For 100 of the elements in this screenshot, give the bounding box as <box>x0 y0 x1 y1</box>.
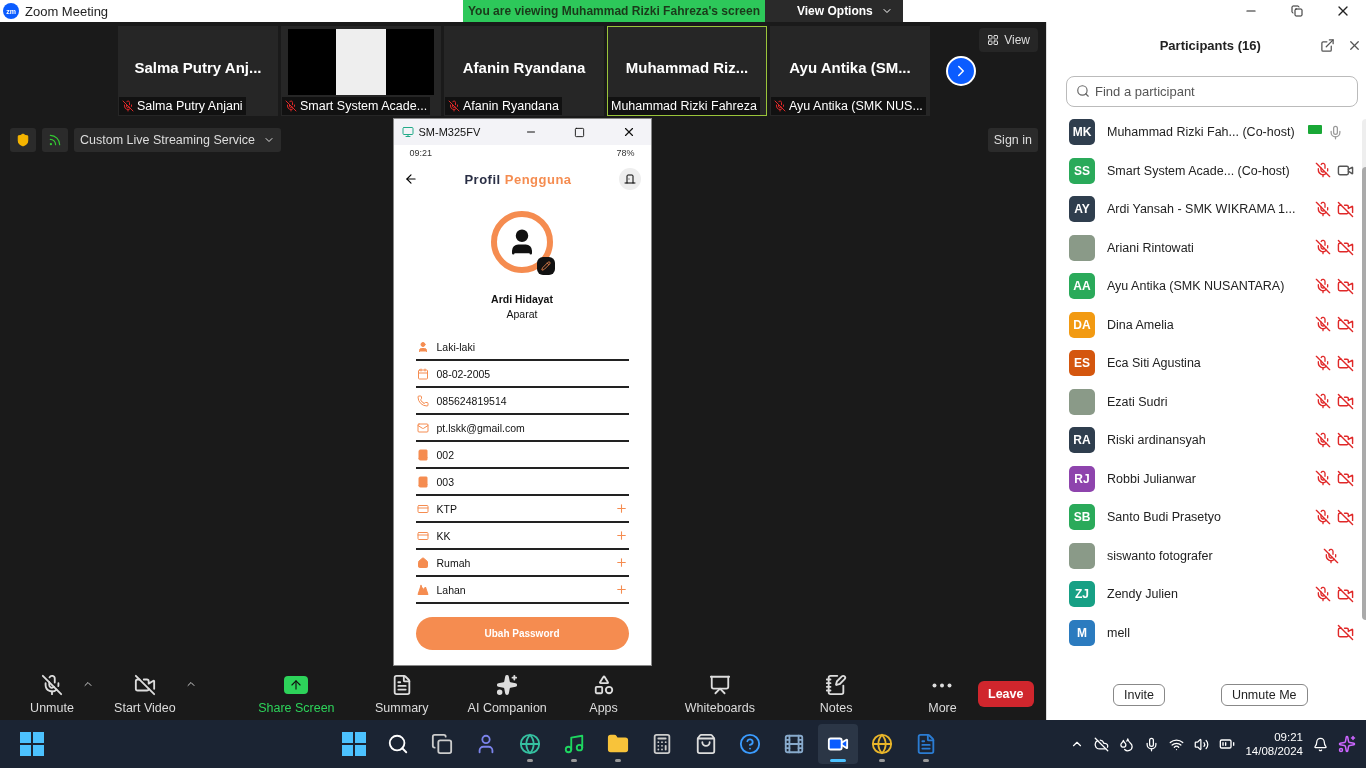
help-icon[interactable] <box>739 733 761 755</box>
participant-name[interactable]: Eca Siti Agustina <box>1107 356 1296 371</box>
video-tile[interactable]: Smart System Acade... <box>281 26 441 116</box>
profile-field[interactable]: 002 <box>415 442 629 469</box>
participant-name[interactable]: Ariani Rintowati <box>1107 240 1296 255</box>
profile-field[interactable]: 085624819514 <box>415 388 629 415</box>
toolbar-button[interactable]: Apps <box>568 673 639 715</box>
document-icon[interactable] <box>915 733 937 755</box>
restore-icon <box>1291 5 1303 17</box>
back-icon[interactable] <box>403 172 418 186</box>
streaming-dropdown[interactable]: Custom Live Streaming Service <box>74 128 282 152</box>
toolbar-button[interactable]: Start Video <box>104 673 185 715</box>
participant-name[interactable]: Muhammad Rizki Fah... (Co-host) <box>1107 125 1296 140</box>
video-tile[interactable]: Afanin Ryandana Afanin Ryandana <box>444 26 604 116</box>
field-value: pt.lskk@gmail.com <box>436 421 526 434</box>
participant-name[interactable]: siswanto fotografer <box>1107 548 1296 563</box>
participant-row[interactable]: AY Ardi Yansah - SMK WIKRAMA 1... <box>1047 190 1362 229</box>
clock[interactable]: 09:21 14/08/2024 <box>1245 731 1303 757</box>
profile-field[interactable]: pt.lskk@gmail.com <box>415 415 629 442</box>
participant-name[interactable]: Robbi Julianwar <box>1107 471 1296 486</box>
field-value: Laki-laki <box>436 340 476 353</box>
avatar: MK <box>1069 119 1095 146</box>
profile-field[interactable]: 003 <box>415 469 629 496</box>
shield-button[interactable] <box>10 128 36 152</box>
next-button[interactable] <box>946 56 976 86</box>
store-icon[interactable] <box>695 733 717 755</box>
shield-icon <box>16 133 30 147</box>
participant-row[interactable]: siswanto fotografer <box>1047 536 1362 575</box>
participant-row[interactable]: RJ Robbi Julianwar <box>1047 459 1362 498</box>
participant-name[interactable]: Ardi Yansah - SMK WIKRAMA 1... <box>1107 202 1296 217</box>
participant-row[interactable]: SS Smart System Acade... (Co-host) <box>1047 151 1362 190</box>
field-value: 003 <box>436 475 456 488</box>
participant-row[interactable]: ES Eca Siti Agustina <box>1047 344 1362 383</box>
folder-icon[interactable] <box>607 733 629 755</box>
participant-name[interactable]: Santo Budi Prasetyo <box>1107 510 1296 525</box>
profile-field[interactable]: KTP <box>415 496 629 523</box>
search-field[interactable]: Find a participant <box>1066 76 1358 107</box>
video-tile[interactable]: Ayu Antika (SM... Ayu Antika (SMK NUS... <box>770 26 930 116</box>
participant-row[interactable]: DA Dina Amelia <box>1047 305 1362 344</box>
toolbar-button[interactable]: Unmute <box>22 673 82 715</box>
film-icon[interactable] <box>783 733 805 755</box>
globe-icon[interactable] <box>871 733 893 755</box>
cloud-off-icon[interactable] <box>1094 736 1110 752</box>
widgets-icon[interactable] <box>20 732 44 756</box>
bell-icon[interactable] <box>1313 736 1328 752</box>
book-icon <box>416 448 429 461</box>
search-icon[interactable] <box>387 733 409 755</box>
browser-icon[interactable] <box>519 733 541 755</box>
profile-field[interactable]: Laki-laki <box>415 334 629 361</box>
participant-name[interactable]: Ezati Sudri <box>1107 394 1296 409</box>
participant-row[interactable]: SB Santo Budi Prasetyo <box>1047 498 1362 537</box>
participant-name[interactable]: Ayu Antika (SMK NUSANTARA) <box>1107 279 1296 294</box>
volume-icon[interactable] <box>1194 736 1210 752</box>
toolbar-button[interactable]: Whiteboards <box>674 673 765 715</box>
toolbar-button[interactable]: Share Screen <box>251 673 342 715</box>
music-icon[interactable] <box>563 733 585 755</box>
panel-title: Participants (16) <box>1159 37 1261 53</box>
view-options-button[interactable]: View Options <box>765 0 903 22</box>
video-tile[interactable]: Muhammad Riz... Muhammad Rizki Fahreza <box>607 26 767 116</box>
participant-label: Muhammad Rizki Fahreza <box>611 99 757 113</box>
video-tile[interactable]: Salma Putry Anj... Salma Putry Anjani <box>118 26 278 116</box>
view-button[interactable]: View <box>979 28 1038 52</box>
panel-button[interactable]: Invite <box>1113 684 1165 706</box>
profile-field[interactable]: Lahan <box>415 577 629 604</box>
participant-name[interactable]: Dina Amelia <box>1107 317 1296 332</box>
panel-button[interactable]: Unmute Me <box>1220 684 1308 706</box>
profile-field[interactable]: Rumah <box>415 550 629 577</box>
participant-row[interactable]: AA Ayu Antika (SMK NUSANTARA) <box>1047 267 1362 306</box>
task-view-icon[interactable] <box>431 733 453 755</box>
battery-icon[interactable] <box>1219 736 1236 752</box>
participant-name[interactable]: Smart System Acade... (Co-host) <box>1107 163 1296 178</box>
participant-row[interactable]: RA Riski ardinansyah <box>1047 421 1362 460</box>
wifi-icon[interactable] <box>1169 736 1185 752</box>
profile-field[interactable]: KK <box>415 523 629 550</box>
calculator-icon[interactable] <box>651 733 673 755</box>
pop-out-icon[interactable] <box>1319 37 1335 53</box>
avatar: SB <box>1069 504 1095 531</box>
rss-button[interactable] <box>42 128 68 152</box>
participant-name[interactable]: Zendy Julien <box>1107 587 1296 602</box>
leave-button[interactable]: Leave <box>977 681 1034 707</box>
profile-field[interactable]: 08-02-2005 <box>415 361 629 388</box>
copilot-icon[interactable] <box>1338 735 1356 753</box>
participant-row[interactable]: ZJ Zendy Julien <box>1047 575 1362 614</box>
participant-row[interactable]: M mell <box>1047 613 1362 652</box>
participant-name[interactable]: mell <box>1107 625 1296 640</box>
search-icon <box>1076 84 1090 98</box>
mic-off-icon <box>41 674 63 696</box>
mic-icon[interactable] <box>1144 736 1160 752</box>
toolbar-button[interactable]: More <box>907 673 978 715</box>
toolbar-button[interactable]: Notes <box>801 673 872 715</box>
start-icon[interactable] <box>342 732 366 756</box>
toolbar-button[interactable]: Summary <box>366 673 437 715</box>
participant-row[interactable]: Ariani Rintowati <box>1047 228 1362 267</box>
participant-row[interactable]: Ezati Sudri <box>1047 382 1362 421</box>
participant-row[interactable]: MK Muhammad Rizki Fah... (Co-host) <box>1047 113 1362 152</box>
door-icon[interactable] <box>618 168 641 190</box>
participant-name[interactable]: Riski ardinansyah <box>1107 433 1296 448</box>
edit-icon[interactable] <box>537 257 555 275</box>
toolbar-button[interactable]: AI Companion <box>462 673 553 715</box>
sign-in-button[interactable]: Sign in <box>987 128 1038 152</box>
